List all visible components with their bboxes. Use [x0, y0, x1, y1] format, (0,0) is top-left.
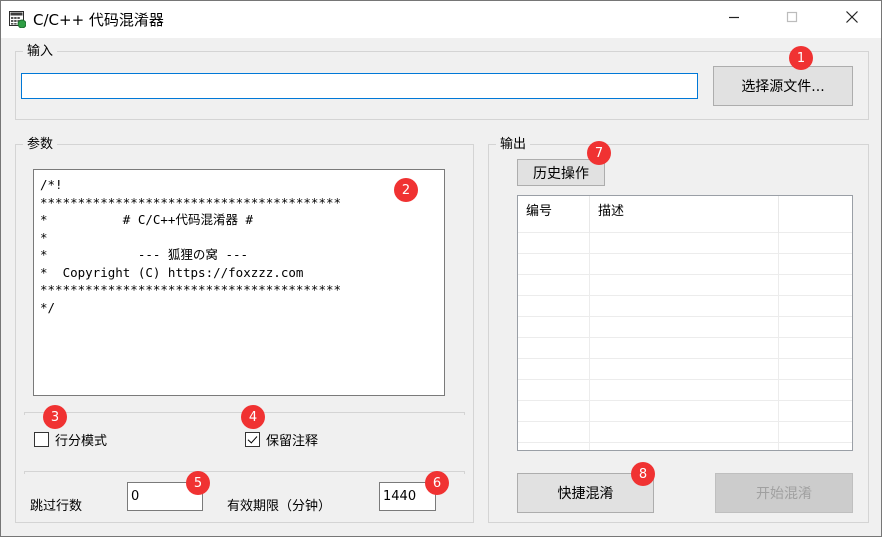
params-group-label: 参数 — [23, 136, 58, 153]
maximize-button[interactable] — [769, 1, 815, 32]
table-cell — [589, 253, 779, 275]
code-text-area[interactable] — [33, 169, 445, 396]
history-table[interactable]: 编号 描述 — [517, 195, 853, 451]
table-cell — [518, 421, 590, 443]
table-cell — [778, 400, 852, 422]
table-row[interactable] — [518, 379, 852, 401]
table-cell — [518, 274, 590, 296]
table-cell — [589, 379, 779, 401]
output-group-label: 输出 — [496, 136, 531, 153]
table-cell — [589, 442, 779, 450]
table-cell — [589, 421, 779, 443]
table-cell — [778, 253, 852, 275]
table-cell — [589, 358, 779, 380]
label-expire-minutes: 有效期限（分钟） — [227, 499, 332, 514]
fields-section-separator — [24, 471, 465, 472]
table-cell — [518, 316, 590, 338]
table-cell — [778, 274, 852, 296]
quick-obfuscate-button[interactable]: 快捷混淆 — [517, 473, 654, 513]
table-cell — [589, 232, 779, 254]
table-header-row: 编号 描述 — [518, 196, 852, 233]
table-cell — [589, 400, 779, 422]
history-table-body — [518, 232, 852, 450]
close-button[interactable] — [829, 1, 875, 32]
separator-tick-left — [24, 412, 25, 415]
history-operations-button[interactable]: 历史操作 — [517, 159, 605, 186]
table-cell — [518, 379, 590, 401]
table-cell — [778, 232, 852, 254]
source-file-input[interactable] — [21, 73, 698, 99]
table-cell — [518, 232, 590, 254]
table-row[interactable] — [518, 316, 852, 338]
table-row[interactable] — [518, 442, 852, 450]
start-obfuscate-button: 开始混淆 — [715, 473, 853, 513]
table-row[interactable] — [518, 232, 852, 254]
table-cell — [589, 337, 779, 359]
minimize-icon — [729, 16, 739, 18]
table-cell — [518, 253, 590, 275]
checkbox-label-line-mode: 行分模式 — [55, 434, 108, 449]
table-cell — [589, 274, 779, 296]
app-icon — [9, 11, 27, 29]
checkbox-keep-comments[interactable]: 保留注释 — [245, 430, 318, 449]
expire-minutes-input[interactable] — [379, 482, 436, 511]
table-column-extra[interactable] — [778, 196, 852, 233]
table-cell — [518, 295, 590, 317]
table-cell — [778, 358, 852, 380]
table-row[interactable] — [518, 274, 852, 296]
table-row[interactable] — [518, 358, 852, 380]
fields-separator-tick-left — [24, 471, 25, 474]
table-cell — [778, 442, 852, 450]
skip-lines-input[interactable] — [127, 482, 203, 511]
table-row[interactable] — [518, 295, 852, 317]
separator-tick-right — [464, 412, 465, 415]
input-group-label: 输入 — [23, 43, 58, 60]
label-skip-lines: 跳过行数 — [30, 499, 83, 514]
table-column-id[interactable]: 编号 — [518, 196, 590, 233]
table-column-description[interactable]: 描述 — [589, 196, 779, 233]
table-row[interactable] — [518, 337, 852, 359]
table-cell — [589, 316, 779, 338]
window-title: C/C++ 代码混淆器 — [33, 11, 164, 29]
checkbox-line-mode[interactable]: 行分模式 — [34, 430, 107, 449]
minimize-button[interactable] — [711, 1, 757, 32]
close-icon — [846, 10, 858, 23]
checkbox-box-line-mode[interactable] — [34, 432, 49, 447]
table-cell — [778, 295, 852, 317]
table-cell — [778, 316, 852, 338]
checkbox-label-keep-comments: 保留注释 — [266, 434, 319, 449]
table-row[interactable] — [518, 253, 852, 275]
app-window: C/C++ 代码混淆器 输入 选择源文件... 参数 /*! *********… — [0, 0, 882, 537]
table-cell — [589, 295, 779, 317]
table-cell — [778, 379, 852, 401]
title-bar: C/C++ 代码混淆器 — [1, 1, 881, 38]
maximize-icon — [786, 11, 798, 22]
table-cell — [778, 337, 852, 359]
select-source-file-button[interactable]: 选择源文件... — [713, 66, 853, 106]
table-cell — [778, 421, 852, 443]
table-row[interactable] — [518, 400, 852, 422]
table-cell — [518, 358, 590, 380]
table-cell — [518, 337, 590, 359]
table-cell — [518, 400, 590, 422]
checkbox-box-keep-comments[interactable] — [245, 432, 260, 447]
checkbox-section-separator — [24, 412, 465, 413]
table-cell — [518, 442, 590, 450]
fields-separator-tick-right — [464, 471, 465, 474]
table-row[interactable] — [518, 421, 852, 443]
